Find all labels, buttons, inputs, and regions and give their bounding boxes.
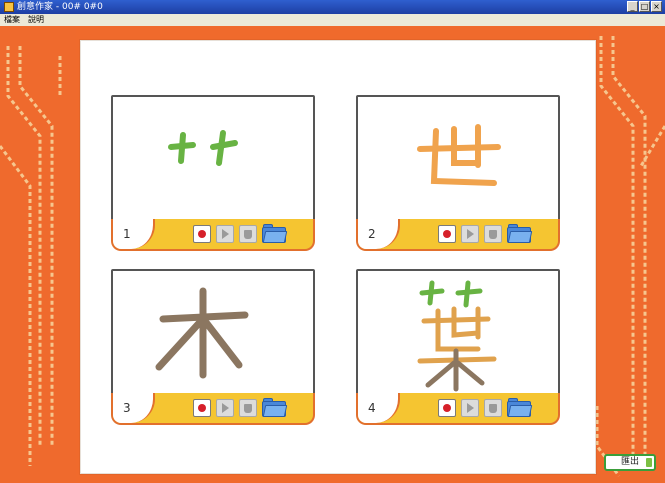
main-panel: 1 2 3 4 xyxy=(80,40,596,474)
drawing-canvas-1[interactable] xyxy=(111,95,315,221)
card-number-2: 2 xyxy=(358,219,400,249)
drawing-card-3: 3 xyxy=(111,269,315,429)
drawing-canvas-3[interactable] xyxy=(111,269,315,395)
minimize-button[interactable]: _ xyxy=(627,1,638,12)
play-icon[interactable] xyxy=(216,399,234,417)
card-number-3: 3 xyxy=(113,393,155,423)
drawing-card-2: 2 xyxy=(356,95,560,255)
menu-file[interactable]: 檔案 xyxy=(0,14,24,26)
window-controls: _ □ × xyxy=(627,1,662,12)
card-toolbar-2: 2 xyxy=(356,219,560,251)
record-icon[interactable] xyxy=(193,399,211,417)
card-toolbar-3: 3 xyxy=(111,393,315,425)
card-number-1: 1 xyxy=(113,219,155,249)
drawing-canvas-4[interactable] xyxy=(356,269,560,395)
maximize-button[interactable]: □ xyxy=(639,1,650,12)
export-button[interactable]: 匯出 xyxy=(604,454,656,471)
left-decoration xyxy=(0,26,76,483)
play-icon[interactable] xyxy=(216,225,234,243)
menu-help[interactable]: 說明 xyxy=(24,14,48,26)
trash-icon[interactable] xyxy=(239,225,257,243)
trash-icon[interactable] xyxy=(239,399,257,417)
right-decoration xyxy=(589,26,665,483)
card-toolbar-4: 4 xyxy=(356,393,560,425)
trash-icon[interactable] xyxy=(484,225,502,243)
window-title: 創意作家 - 00# 0#0 xyxy=(17,2,103,12)
record-icon[interactable] xyxy=(193,225,211,243)
record-icon[interactable] xyxy=(438,399,456,417)
menu-bar: 檔案 說明 xyxy=(0,14,665,26)
window-titlebar: 創意作家 - 00# 0#0 _ □ × xyxy=(0,0,665,14)
play-icon[interactable] xyxy=(461,225,479,243)
folder-icon[interactable] xyxy=(262,224,288,244)
card-toolbar-1: 1 xyxy=(111,219,315,251)
trash-icon[interactable] xyxy=(484,399,502,417)
play-icon[interactable] xyxy=(461,399,479,417)
folder-icon[interactable] xyxy=(262,398,288,418)
card-number-4: 4 xyxy=(358,393,400,423)
close-button[interactable]: × xyxy=(651,1,662,12)
folder-icon[interactable] xyxy=(507,398,533,418)
record-icon[interactable] xyxy=(438,225,456,243)
drawing-card-1: 1 xyxy=(111,95,315,255)
drawing-card-4: 4 xyxy=(356,269,560,429)
drawing-canvas-2[interactable] xyxy=(356,95,560,221)
folder-icon[interactable] xyxy=(507,224,533,244)
app-icon xyxy=(4,2,14,12)
